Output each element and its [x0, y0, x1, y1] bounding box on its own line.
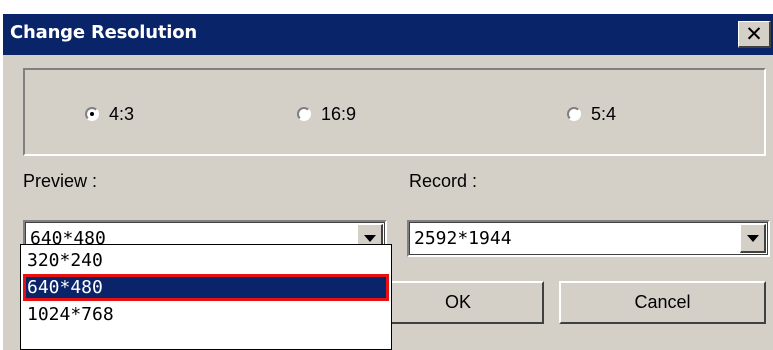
dropdown-option[interactable]: 320*240 [23, 247, 389, 274]
chevron-down-icon[interactable] [740, 224, 766, 253]
ok-button[interactable]: OK [372, 281, 544, 324]
radio-4-3[interactable]: 4:3 [85, 104, 134, 124]
record-selected-value: 2592*1944 [414, 228, 512, 249]
radio-label: 4:3 [109, 103, 135, 124]
aspect-ratio-group: 4:3 16:9 5:4 [23, 68, 766, 156]
record-label: Record : [409, 171, 478, 191]
radio-16-9[interactable]: 16:9 [297, 104, 356, 124]
cancel-button[interactable]: Cancel [559, 281, 766, 324]
radio-selected-icon [85, 107, 99, 121]
close-button[interactable]: ✕ [738, 21, 771, 48]
radio-5-4[interactable]: 5:4 [567, 104, 616, 124]
record-resolution-select[interactable]: 2592*1944 [407, 220, 770, 257]
radio-unselected-icon [297, 107, 311, 121]
dropdown-option[interactable]: 1024*768 [23, 301, 389, 328]
radio-label: 16:9 [321, 103, 357, 124]
close-icon: ✕ [745, 21, 763, 46]
radio-label: 5:4 [591, 103, 617, 124]
dialog-title: Change Resolution [10, 22, 198, 43]
dropdown-option-highlighted[interactable]: 640*480 [23, 274, 389, 301]
preview-label: Preview : [23, 171, 98, 191]
preview-dropdown-list: 320*240 640*480 1024*768 [20, 244, 392, 350]
radio-unselected-icon [567, 107, 581, 121]
title-bar[interactable]: Change Resolution ✕ [3, 14, 773, 55]
